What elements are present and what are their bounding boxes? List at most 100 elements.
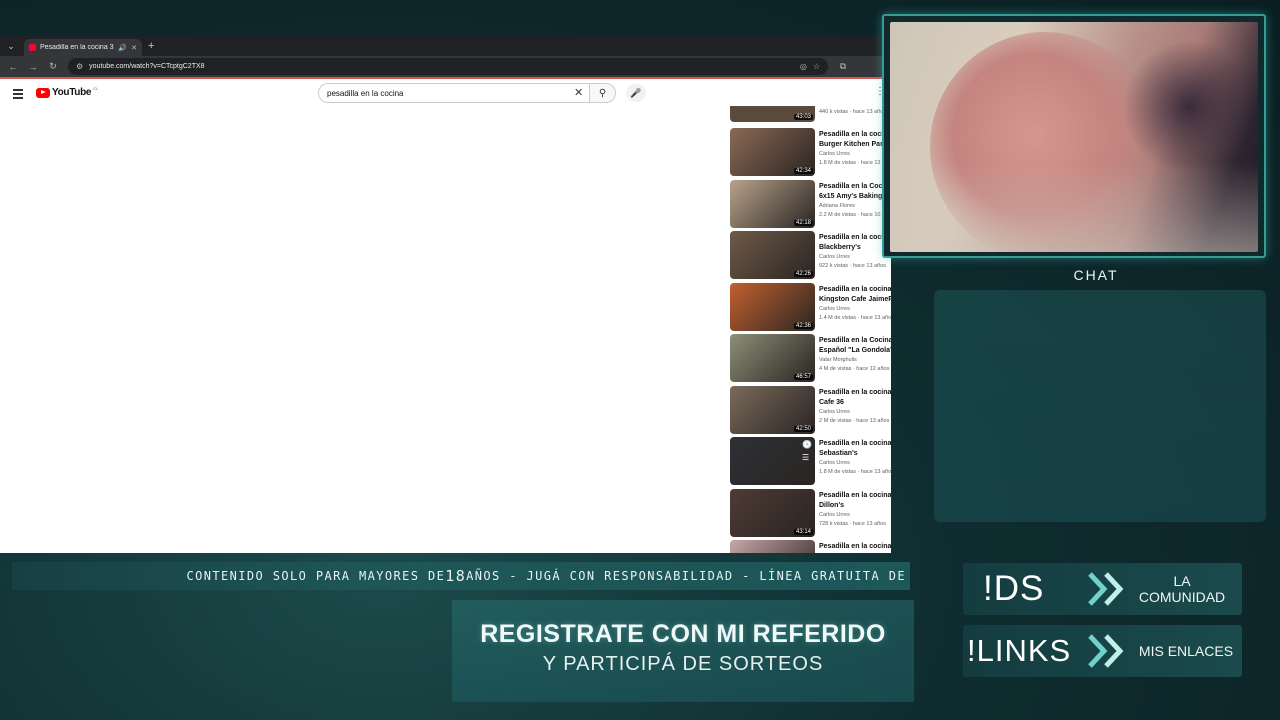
video-meta: 2.2 M de vistas · hace 10 años: [819, 211, 891, 218]
ticker-text-post: AÑOS - JUGÁ CON RESPONSABILIDAD - LÍNEA …: [466, 569, 906, 583]
site-info-icon[interactable]: ⚙: [76, 62, 83, 71]
video-thumbnail[interactable]: 43:14: [730, 488, 815, 537]
double-chevron-icon: [1088, 572, 1124, 606]
video-duration: 42:50: [793, 425, 813, 432]
video-title[interactable]: Pesadilla en la cocina 5 Blackberry's: [819, 233, 891, 253]
video-meta: 922 k vistas · hace 13 años: [819, 263, 886, 269]
video-channel[interactable]: Adriana Flores: [819, 203, 891, 209]
country-code: CL: [93, 86, 99, 91]
video-duration: 43:14: [793, 528, 813, 535]
referral-subline: Y PARTICIPÁ DE SORTEOS: [542, 653, 824, 675]
video-title[interactable]: Pesadilla en la cocina 5 Michon's: [819, 542, 891, 553]
close-tab-icon[interactable]: ✕: [131, 44, 137, 52]
disclaimer-ticker: CONTENIDO SOLO PARA MAYORES DE 18 AÑOS -…: [12, 562, 910, 590]
video-title[interactable]: Pesadilla en la cocina 5 Burger Kitchen P…: [819, 130, 891, 150]
video-channel[interactable]: Carlos Urres: [819, 409, 891, 415]
back-icon[interactable]: ←: [8, 62, 18, 72]
video-title-line: Pesadilla en la cocina 5: [819, 234, 891, 241]
clear-search-icon[interactable]: ✕: [574, 86, 583, 99]
video-duration: 43:03: [793, 114, 813, 120]
video-title-line: Burger Kitchen Parte 1: [819, 141, 891, 148]
video-title-line: Pesadilla en la cocina 5: [819, 131, 891, 138]
video-title[interactable]: Pesadilla en la cocina 2 Cafe 36: [819, 388, 891, 408]
video-item[interactable]: 42:36 Pesadilla en la cocina 4 Kingston Ca…: [730, 282, 891, 331]
video-thumbnail[interactable]: 42:36: [730, 282, 815, 331]
youtube-favicon-icon: [29, 44, 36, 51]
video-item-partial[interactable]: 43:03 440 k vistas · hace 13 años: [730, 106, 891, 122]
bookmark-star-icon[interactable]: ☆: [813, 62, 820, 71]
video-item[interactable]: 42:50 Pesadilla en la cocina 2 Cafe 36 Carl…: [730, 385, 891, 434]
video-meta: 728 k vistas · hace 13 años: [819, 520, 886, 527]
video-meta: 1.8 M de vistas · hace 13 años: [819, 160, 891, 166]
video-title-line: Pesadilla en la cocina 1: [819, 491, 891, 499]
referral-headline: REGISTRATE CON MI REFERIDO: [480, 620, 886, 648]
extensions-icon[interactable]: ⧉: [838, 61, 848, 72]
video-item[interactable]: 42:18 Pesadilla en la Cocina U 6x15 Amy's …: [730, 179, 891, 228]
eye-off-icon[interactable]: ◎: [800, 62, 807, 71]
video-title-line: Kingston Cafe JaimeP: [819, 295, 891, 303]
video-item[interactable]: 🕓 ☰ Pesadilla en la cocina 1 Sebastian's Car…: [730, 437, 891, 485]
video-title[interactable]: Pesadilla en la Cocina U 6x15 Amy's Bakin…: [819, 182, 891, 202]
browser-tab[interactable]: Pesadilla en la cocina 3x08 🔊 ✕: [24, 39, 142, 56]
menu-icon[interactable]: [13, 89, 23, 101]
video-item[interactable]: 42:26 Pesadilla en la cocina 5 Blackberry'…: [730, 231, 891, 279]
youtube-logo[interactable]: YouTube CL: [36, 86, 99, 98]
search-button[interactable]: ⚲: [590, 83, 616, 103]
video-meta: 440 k vistas · hace 13 años: [819, 109, 886, 115]
video-title[interactable]: Pesadilla en la Cocina U Español "La Gond…: [819, 336, 891, 356]
video-channel[interactable]: Carlos Urres: [819, 151, 891, 157]
video-title-line: Pesadilla en la cocina 4: [819, 285, 891, 293]
video-thumbnail[interactable]: 42:50: [730, 385, 815, 434]
video-meta: 4 M de vistas · hace 12 años: [819, 366, 890, 372]
chat-panel: [934, 290, 1266, 522]
youtube-wordmark: YouTube: [52, 87, 92, 98]
video-thumbnail[interactable]: 42:18: [730, 179, 815, 228]
url-field[interactable]: ⚙ youtube.com/watch?v=CTcptgC2TX8 ◎ ☆: [68, 58, 828, 75]
address-bar: ← → ↻ ⚙ youtube.com/watch?v=CTcptgC2TX8 …: [0, 56, 891, 79]
video-item[interactable]: 46:57 Pesadilla en la Cocina U Español "La…: [730, 334, 891, 382]
watch-later-icon[interactable]: 🕓: [802, 440, 812, 449]
video-title-line: Pesadilla en la Cocina U: [819, 337, 891, 344]
reload-icon[interactable]: ↻: [48, 61, 58, 72]
video-duration: 46:57: [793, 374, 813, 380]
youtube-play-icon: [36, 87, 50, 98]
video-channel[interactable]: Carlos Urres: [819, 254, 891, 260]
video-meta: 1.8 M de vistas · hace 13 años: [819, 469, 891, 475]
url-text: youtube.com/watch?v=CTcptgC2TX8: [89, 63, 205, 70]
video-channel[interactable]: Carlos Urres: [819, 512, 891, 518]
video-title-line: Pesadilla en la cocina 2: [819, 388, 891, 396]
video-item[interactable]: 43:14 Pesadilla en la cocina 1 Dillon's Car…: [730, 488, 891, 537]
search-input-value: pesadilla en la cocina: [327, 88, 404, 98]
search-input[interactable]: pesadilla en la cocina: [318, 83, 590, 103]
forward-icon[interactable]: →: [28, 62, 38, 72]
video-title[interactable]: Pesadilla en la cocina 1 Sebastian's: [819, 439, 891, 459]
video-title-line: Blackberry's: [819, 244, 861, 251]
microphone-icon: 🎤: [630, 87, 642, 98]
video-channel[interactable]: Valar Morghulis: [819, 357, 891, 363]
tab-search-icon[interactable]: ⌄: [4, 39, 18, 53]
video-item[interactable]: Pesadilla en la cocina 5 Michon's: [730, 540, 891, 553]
video-title[interactable]: Pesadilla en la cocina 4 Kingston Cafe Ja…: [819, 285, 891, 305]
chat-title: CHAT: [1073, 267, 1119, 283]
command-description: MIS ENLACES: [1138, 643, 1234, 659]
video-title-line: Pesadilla en la cocina 1: [819, 440, 891, 447]
voice-search-button[interactable]: 🎤: [626, 84, 646, 102]
video-thumbnail[interactable]: 42:34: [730, 128, 815, 176]
command-key: !DS: [983, 569, 1045, 608]
video-thumbnail[interactable]: 46:57: [730, 334, 815, 382]
video-meta: 1.4 M de vistas · hace 13 años: [819, 314, 891, 321]
video-thumbnail[interactable]: [730, 540, 815, 553]
video-title-line: Dillon's: [819, 501, 844, 509]
video-channel[interactable]: Carlos Urres: [819, 460, 891, 466]
video-thumbnail[interactable]: 42:26: [730, 231, 815, 279]
video-thumbnail[interactable]: 🕓 ☰: [730, 437, 815, 485]
new-tab-button[interactable]: +: [148, 40, 154, 52]
video-item[interactable]: 42:34 Pesadilla en la cocina 5 Burger Kitc…: [730, 128, 891, 176]
video-channel[interactable]: Carlos Urres: [819, 306, 891, 312]
video-thumbnail[interactable]: 43:03: [730, 106, 815, 122]
search-icon: ⚲: [598, 87, 607, 99]
ticker-text-pre: CONTENIDO SOLO PARA MAYORES DE: [186, 569, 446, 583]
add-to-queue-icon[interactable]: ☰: [802, 453, 812, 462]
speaker-icon[interactable]: 🔊: [118, 44, 127, 52]
video-title[interactable]: Pesadilla en la cocina 1 Dillon's: [819, 491, 891, 511]
